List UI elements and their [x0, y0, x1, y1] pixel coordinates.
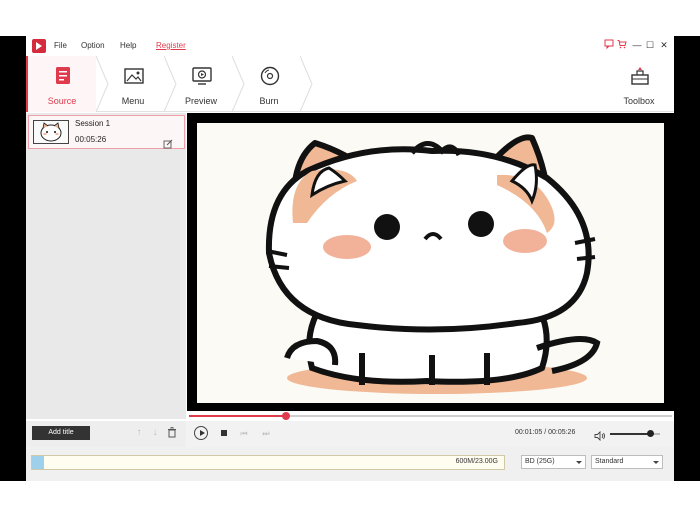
app-window: File Option Help Register — ☐ ✕ Source M…	[26, 36, 674, 481]
tab-source-label: Source	[47, 96, 77, 106]
volume-fill	[610, 433, 650, 435]
menu-help[interactable]: Help	[120, 41, 136, 50]
preview-frame	[197, 123, 664, 403]
move-up-icon[interactable]: ↑	[134, 427, 144, 439]
app-logo-icon	[32, 39, 46, 53]
tab-preview[interactable]: Preview	[166, 56, 236, 112]
volume-thumb[interactable]	[647, 430, 654, 437]
progress-thumb[interactable]	[281, 412, 290, 420]
preview-icon	[192, 66, 212, 86]
bottom-bar: 600M/23.00G BD (25G) Standard	[26, 447, 674, 481]
session-item[interactable]: Session 1 00:05:26	[28, 115, 185, 149]
tab-source[interactable]: Source	[26, 56, 96, 112]
playback-progress[interactable]	[187, 411, 674, 421]
tab-burn-label: Burn	[259, 96, 279, 106]
cart-icon[interactable]	[616, 39, 628, 51]
session-thumbnail	[33, 120, 69, 144]
stop-button[interactable]	[221, 430, 227, 436]
toolbox-button[interactable]: Toolbox	[604, 56, 674, 112]
capacity-text: 600M/23.00G	[455, 458, 498, 465]
disc-type-select[interactable]: BD (25G)	[521, 455, 586, 469]
maximize-button[interactable]: ☐	[644, 39, 656, 51]
playback-time: 00:01:05 / 00:05:26	[515, 429, 576, 436]
minimize-button[interactable]: —	[631, 39, 643, 51]
left-letterbox	[0, 36, 26, 481]
toolbox-icon	[630, 66, 650, 86]
menu-file[interactable]: File	[54, 41, 67, 50]
chevron-down-icon	[653, 461, 659, 464]
menu-register[interactable]: Register	[156, 41, 186, 50]
disc-type-value: BD (25G)	[525, 458, 555, 465]
edit-icon[interactable]	[163, 136, 173, 149]
add-title-button[interactable]: Add title	[32, 426, 90, 440]
disc-icon	[260, 66, 280, 86]
screenshot-frame: File Option Help Register — ☐ ✕ Source M…	[0, 0, 700, 516]
disc-capacity-bar: 600M/23.00G	[31, 455, 505, 470]
cat-illustration	[265, 134, 601, 394]
session-controls: Add title ↑ ↓	[26, 421, 186, 447]
playback-controls: Add title ↑ ↓ ⏮ ⏭ 00:01:05 / 00:05:26	[26, 421, 674, 447]
close-button[interactable]: ✕	[658, 39, 670, 51]
capacity-fill	[32, 456, 44, 469]
tab-preview-label: Preview	[184, 96, 217, 106]
toolbox-label: Toolbox	[623, 96, 655, 106]
quality-value: Standard	[595, 458, 624, 465]
menu-option[interactable]: Option	[81, 41, 105, 50]
video-preview[interactable]	[187, 113, 674, 411]
session-title: Session 1	[75, 119, 111, 128]
session-duration: 00:05:26	[75, 135, 107, 144]
next-icon[interactable]: ⏭	[261, 428, 271, 440]
chevron-down-icon	[576, 461, 582, 464]
volume-icon[interactable]	[594, 428, 606, 442]
step-toolbar: Source Menu Preview Burn Toolbox	[26, 56, 674, 112]
play-button[interactable]	[194, 426, 208, 440]
menu-image-icon	[124, 66, 144, 86]
tab-menu-label: Menu	[121, 96, 145, 106]
tab-menu[interactable]: Menu	[98, 56, 168, 112]
feedback-icon[interactable]	[603, 39, 615, 51]
tab-burn[interactable]: Burn	[234, 56, 304, 112]
trash-icon[interactable]	[167, 427, 177, 439]
right-letterbox	[674, 36, 700, 481]
move-down-icon[interactable]: ↓	[150, 427, 160, 439]
previous-icon[interactable]: ⏮	[239, 428, 249, 440]
quality-select[interactable]: Standard	[591, 455, 663, 469]
title-bar: File Option Help Register — ☐ ✕	[26, 36, 674, 56]
progress-fill	[189, 415, 286, 417]
step-separator	[300, 56, 313, 112]
source-icon	[54, 66, 74, 86]
session-list-panel: Session 1 00:05:26	[26, 113, 186, 419]
